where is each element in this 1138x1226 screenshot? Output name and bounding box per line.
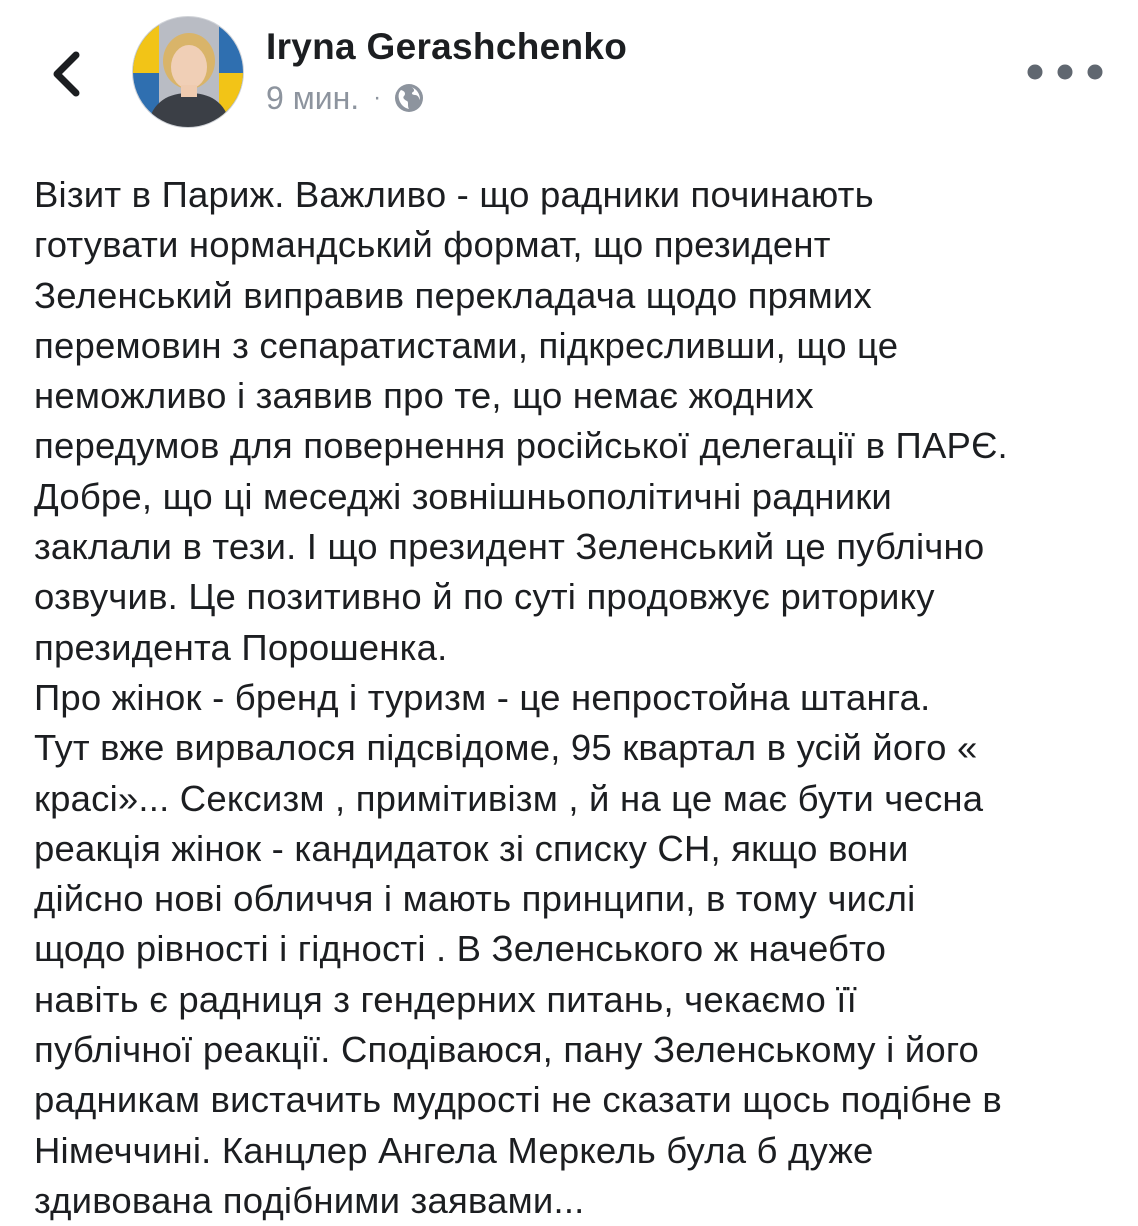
post-line: Про жінок - бренд і туризм - це непросто… (34, 676, 931, 718)
post-line: дійсно нові обличчя і мають принципи, в … (34, 878, 916, 920)
post-line: Німеччині. Канцлер Ангела Меркель була б… (34, 1129, 874, 1171)
post-meta: 9 мин. · (266, 78, 425, 118)
post-line: Візит в Париж. Важливо - що радники почи… (34, 174, 874, 215)
post-line: неможливо і заявив про те, що немає жодн… (34, 375, 814, 417)
post-line: Добре, що ці меседжі зовнішньополітичні … (34, 475, 892, 517)
meta-separator: · (373, 84, 382, 111)
post-header: Iryna Gerashchenko 9 мин. · (0, 0, 1138, 140)
post-line: щодо рівності і гідності . В Зеленського… (34, 928, 887, 970)
post-line: реакція жінок - кандидаток зі списку СН,… (34, 827, 909, 869)
more-horizontal-icon (1027, 64, 1103, 80)
post-text: Візит в Париж. Важливо - що радники почи… (34, 170, 1124, 1226)
post-line: передумов для повернення російської деле… (34, 425, 1008, 467)
post-timestamp[interactable]: 9 мин. (266, 80, 359, 117)
globe-icon[interactable] (393, 82, 425, 114)
chevron-left-icon (53, 51, 80, 97)
back-button[interactable] (40, 44, 92, 104)
more-options-button[interactable] (1020, 52, 1110, 92)
post-line: готувати нормандський формат, що президе… (34, 224, 831, 266)
post-line: радникам вистачить мудрості не сказати щ… (34, 1079, 1002, 1121)
post-line: озвучив. Це позитивно й по суті продовжу… (34, 576, 935, 618)
post-line: навіть є радниця з гендерних питань, чек… (34, 978, 857, 1020)
post-line: публічної реакції. Сподіваюся, пану Зеле… (34, 1029, 980, 1071)
post-line: заклали в тези. І що президент Зеленськи… (34, 526, 985, 568)
avatar[interactable] (132, 16, 244, 128)
author-name[interactable]: Iryna Gerashchenko (266, 26, 627, 68)
post-line: красі»... Сексизм , примітивізм , й на ц… (34, 777, 984, 819)
post-line: здивована подібними заявами... (34, 1179, 585, 1221)
post-line: Тут вже вирвалося підсвідоме, 95 квартал… (34, 727, 978, 769)
post-line: президента Порошенка. (34, 626, 448, 668)
post-line: Зеленський виправив перекладача щодо пря… (34, 274, 872, 316)
post-line: перемовин з сепаратистами, підкресливши,… (34, 324, 899, 366)
profile-photo (133, 17, 243, 127)
